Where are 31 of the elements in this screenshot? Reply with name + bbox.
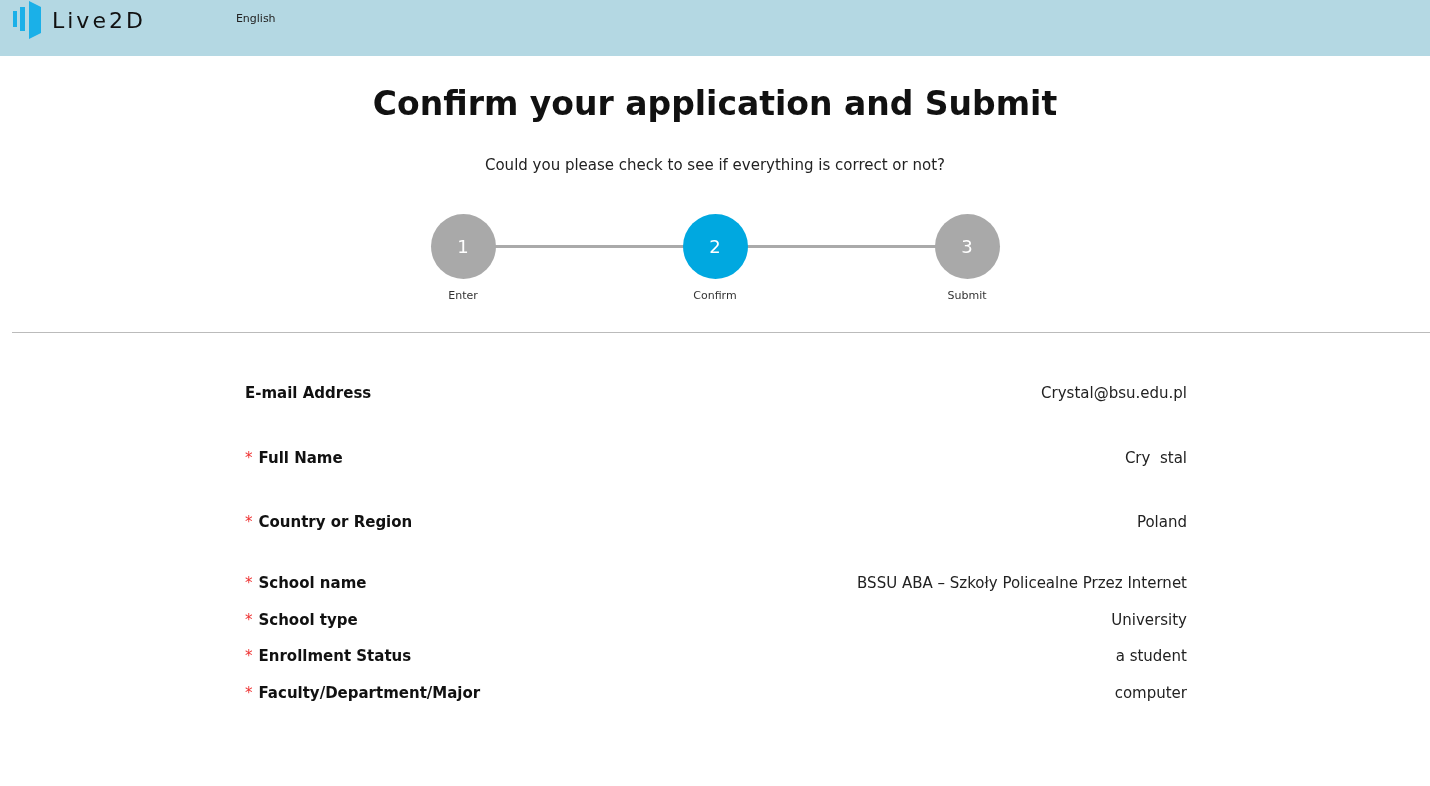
field-value: Poland — [1136, 513, 1187, 532]
required-mark: * — [245, 448, 253, 467]
field-value: University — [1111, 610, 1187, 629]
step-label: Confirm — [693, 289, 737, 302]
subtitle: Could you please check to see if everything is correct or not? — [483, 156, 946, 174]
step-circle: 2 — [682, 214, 748, 279]
field-value: Crystal@bsu.edu.pl — [1041, 384, 1187, 403]
required-mark: * — [245, 610, 253, 629]
required-mark: * — [245, 683, 253, 702]
field-value: a student — [1115, 647, 1187, 666]
logo-icon — [12, 1, 42, 39]
logo-text: Live2D — [52, 7, 146, 33]
field-label: School name — [258, 573, 367, 592]
field-label: School type — [258, 610, 358, 629]
field-label: Enrollment Status — [258, 647, 412, 666]
step-label: Submit — [947, 289, 987, 302]
step-circle: 3 — [934, 214, 1000, 279]
step-circle: 1 — [430, 214, 496, 279]
field-value: BSSU ABA – Szkoły Policealne Przez Internet — [857, 573, 1187, 592]
language-link[interactable]: English — [235, 12, 276, 25]
step-label: Enter — [448, 289, 478, 302]
required-mark: * — [245, 513, 253, 532]
page-title: Confirm your application and Submit — [371, 83, 1059, 125]
field-label: Faculty/Department/Major — [258, 683, 481, 702]
required-mark: * — [245, 573, 253, 592]
required-mark: * — [245, 647, 253, 666]
field-value: computer — [1114, 683, 1187, 702]
field-value: Cry stal — [1124, 448, 1187, 467]
field-label: Full Name — [258, 448, 343, 467]
field-label: E-mail Address — [245, 384, 372, 403]
field-label: Country or Region — [258, 513, 413, 532]
